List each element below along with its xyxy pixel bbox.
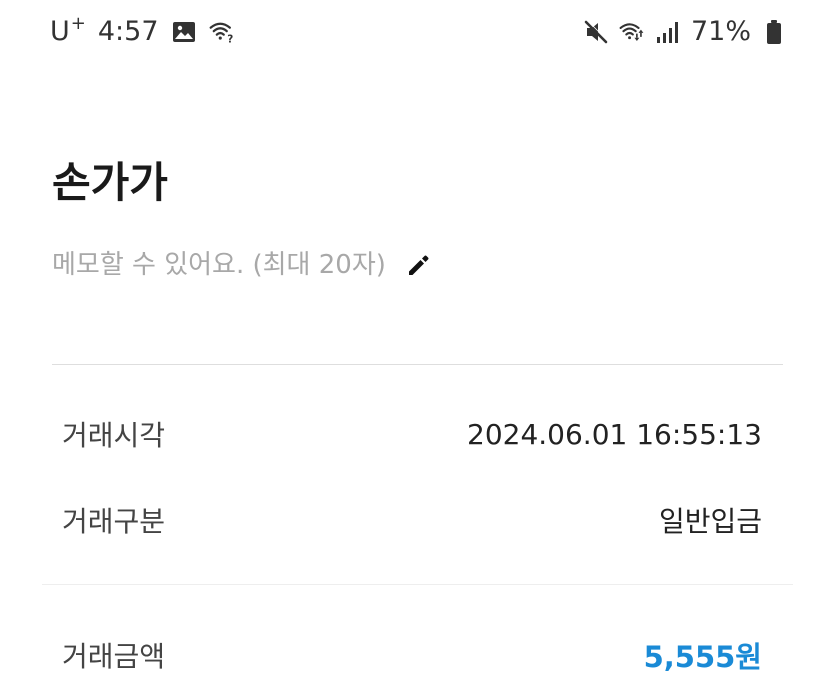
pencil-icon[interactable] [404, 250, 434, 280]
memo-row[interactable]: 메모할 수 있어요. (최대 20자) [52, 240, 434, 290]
status-bar: U + 4:57 ? 71% [0, 0, 835, 64]
mute-icon [583, 19, 609, 45]
transaction-time-row: 거래시각 2024.06.01 16:55:13 [62, 409, 762, 459]
battery-icon [761, 19, 787, 45]
transaction-time-label: 거래시각 [62, 419, 166, 452]
transaction-amount-row: 거래금액 5,555원 [62, 630, 762, 680]
status-bar-left: U + 4:57 ? [50, 15, 235, 49]
status-time: 4:57 [97, 16, 159, 47]
memo-placeholder[interactable]: 메모할 수 있어요. (최대 20자) [52, 240, 386, 290]
battery-percent: 71% [690, 16, 751, 47]
carrier-name: U [50, 16, 70, 47]
transaction-amount-value: 5,555원 [643, 640, 762, 674]
page-title: 손가가 [52, 158, 168, 207]
svg-text:?: ? [227, 33, 233, 45]
transaction-amount-label: 거래금액 [62, 640, 166, 673]
carrier-plus: + [70, 13, 86, 34]
transaction-type-row: 거래구분 일반입금 [62, 495, 762, 545]
transaction-time-value: 2024.06.01 16:55:13 [467, 417, 762, 451]
transaction-type-value: 일반입금 [658, 505, 762, 538]
wifi-question-icon: ? [209, 19, 235, 45]
divider [52, 364, 783, 365]
carrier-label: U + [50, 15, 86, 49]
image-icon [171, 19, 197, 45]
wifi-icon [619, 19, 645, 45]
status-bar-right: 71% [583, 15, 787, 49]
signal-icon [655, 19, 681, 45]
divider [42, 584, 793, 585]
transaction-type-label: 거래구분 [62, 505, 166, 538]
